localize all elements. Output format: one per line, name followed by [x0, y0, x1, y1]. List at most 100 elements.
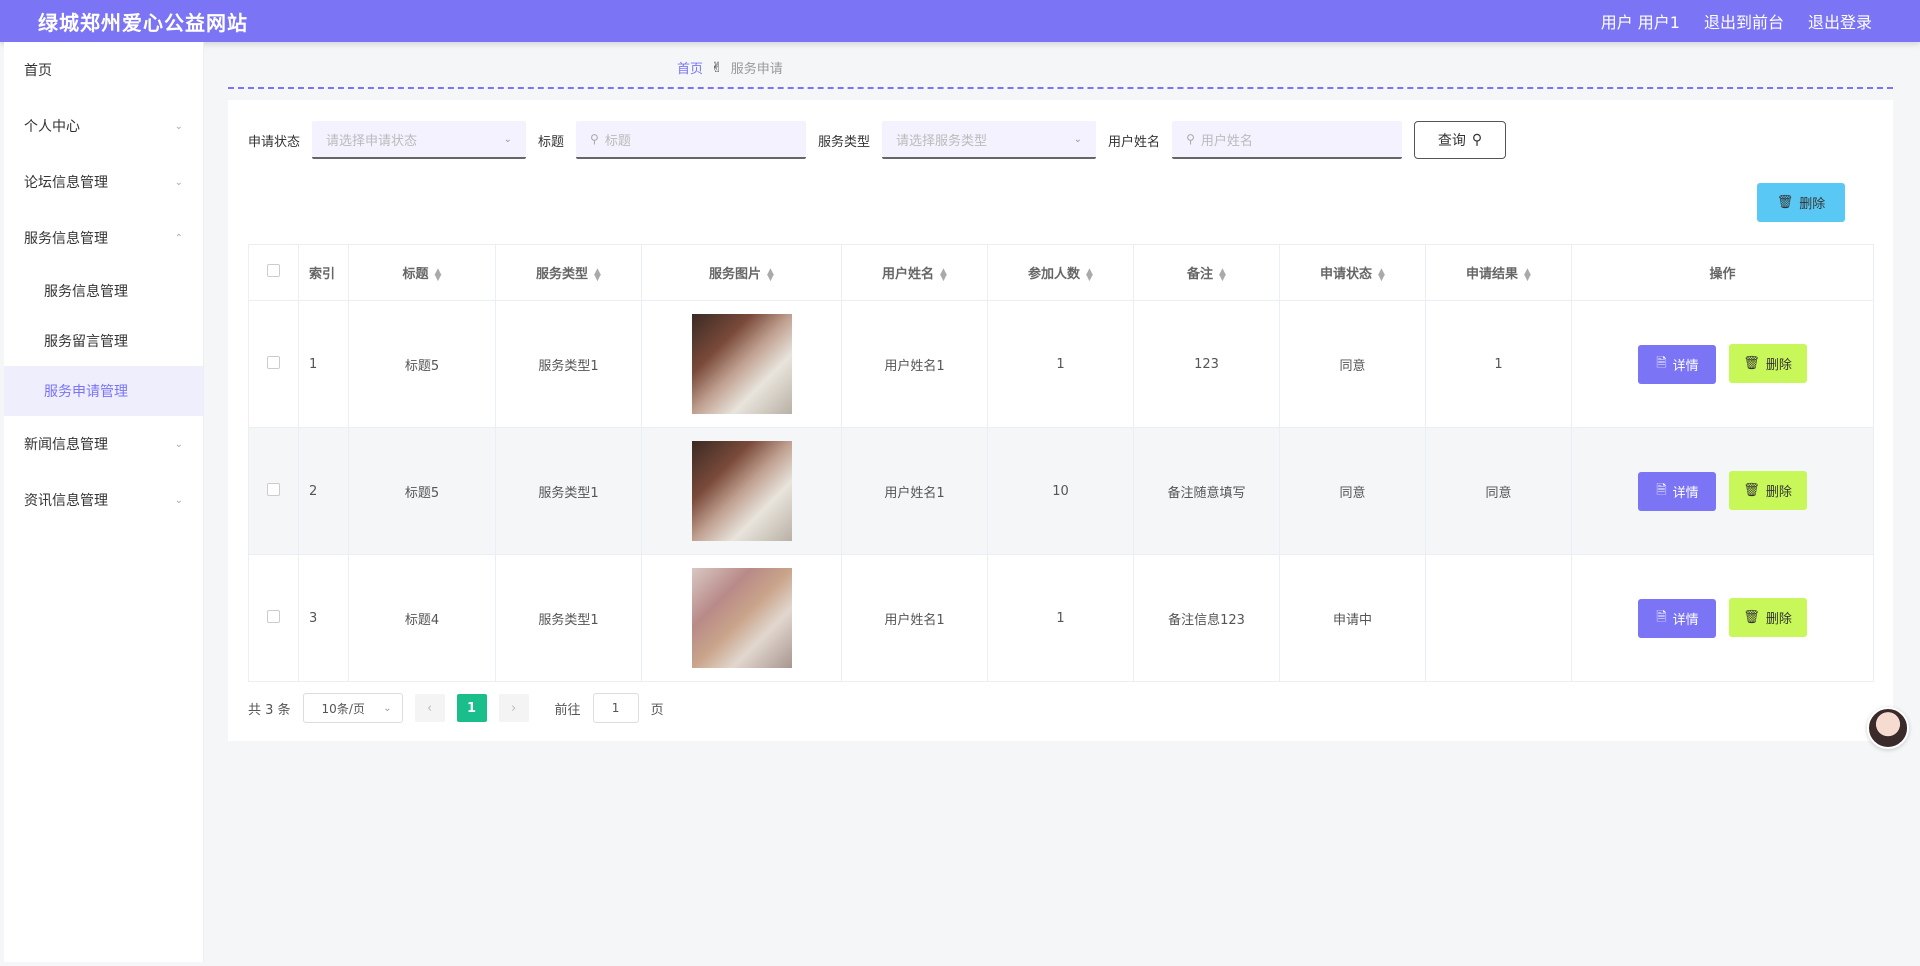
cell-count: 1	[987, 554, 1134, 682]
cell-type: 服务类型1	[495, 554, 642, 682]
service-image[interactable]	[691, 314, 792, 414]
search-icon: ⚲	[1471, 132, 1483, 148]
sidebar-item-label: 首页	[24, 63, 52, 79]
sort-icon: ▲ ▼	[940, 266, 947, 283]
sidebar-subitem-service-applications[interactable]: 服务申请管理	[4, 366, 203, 416]
site-title: 绿城郑州爱心公益网站	[38, 10, 248, 35]
status-select-placeholder: 请选择申请状态	[326, 133, 418, 149]
delete-button-label: 删除	[1765, 357, 1792, 373]
chevron-down-icon: ⌄	[174, 494, 183, 506]
detail-button-label: 详情	[1672, 359, 1699, 375]
goto-page-value: 1	[611, 701, 620, 715]
column-header-actions: 操作	[1571, 244, 1874, 301]
cell-username: 用户姓名1	[841, 554, 988, 682]
document-icon: 🗎	[1656, 482, 1667, 498]
search-icon: ⚲	[1186, 132, 1195, 146]
sidebar-item-service-management[interactable]: 服务信息管理 ⌃	[4, 210, 203, 266]
page-size-select[interactable]: 10条/页 ⌄	[302, 693, 403, 723]
detail-button[interactable]: 🗎 详情	[1638, 345, 1717, 385]
back-to-front-link[interactable]: 退出到前台	[1704, 9, 1784, 33]
row-select-cell	[248, 554, 299, 682]
assistant-avatar[interactable]	[1867, 707, 1909, 749]
column-header-username[interactable]: 用户姓名 ▲ ▼	[841, 244, 988, 301]
sidebar-subitem-service-messages[interactable]: 服务留言管理	[4, 316, 203, 366]
chevron-down-icon: ⌄	[503, 133, 513, 145]
sidebar-item-information-management[interactable]: 资讯信息管理 ⌄	[4, 472, 203, 528]
query-button[interactable]: 查询 ⚲	[1414, 121, 1507, 159]
page-number-current[interactable]: 1	[456, 694, 487, 722]
cell-actions: 🗎 详情 🗑 删除	[1571, 427, 1874, 555]
breadcrumb-home[interactable]: 首页	[677, 58, 703, 77]
column-header-count[interactable]: 参加人数 ▲ ▼	[987, 244, 1134, 301]
row-checkbox[interactable]	[267, 355, 280, 369]
sidebar-item-label: 服务信息管理	[24, 231, 108, 247]
chevron-down-icon: ⌄	[174, 120, 183, 132]
next-page-button[interactable]: ›	[498, 694, 529, 722]
column-header-status[interactable]: 申请状态 ▲ ▼	[1279, 244, 1426, 301]
cell-note: 备注随意填写	[1133, 427, 1280, 555]
sort-icon: ▲ ▼	[1219, 266, 1226, 283]
user-label: 用户 用户1	[1600, 13, 1680, 32]
column-header-title[interactable]: 标题 ▲ ▼	[348, 244, 496, 301]
column-header-image[interactable]: 服务图片 ▲ ▼	[641, 244, 842, 301]
cell-title: 标题5	[348, 300, 496, 428]
logout-link[interactable]: 退出登录	[1808, 9, 1872, 33]
breadcrumb: 首页 ✌ 服务申请	[677, 58, 783, 78]
select-all-checkbox[interactable]	[267, 264, 280, 277]
sidebar-item-label: 新闻信息管理	[24, 437, 108, 453]
document-icon: 🗎	[1656, 609, 1667, 625]
service-image[interactable]	[691, 441, 792, 541]
row-checkbox[interactable]	[267, 482, 280, 496]
column-header-label: 备注	[1187, 267, 1214, 282]
type-filter-label: 服务类型	[818, 134, 871, 150]
detail-button[interactable]: 🗎 详情	[1638, 472, 1717, 512]
row-checkbox[interactable]	[267, 609, 280, 623]
cell-username: 用户姓名1	[841, 427, 988, 555]
prev-page-button[interactable]: ‹	[414, 694, 445, 722]
column-header-type[interactable]: 服务类型 ▲ ▼	[495, 244, 642, 301]
table-row: 1 标题5 服务类型1 用户姓名1 1 123 同意 1 🗎 详情 🗑 删除	[248, 300, 1874, 428]
goto-page-input[interactable]: 1	[592, 693, 639, 723]
username-input-placeholder: 用户姓名	[1200, 133, 1253, 149]
service-image[interactable]	[691, 568, 792, 668]
status-filter-label: 申请状态	[248, 134, 301, 150]
table-row: 2 标题5 服务类型1 用户姓名1 10 备注随意填写 同意 同意 🗎 详情 🗑 删…	[248, 427, 1874, 555]
cell-image	[641, 427, 842, 555]
cell-status: 同意	[1279, 300, 1426, 428]
sidebar-item-home[interactable]: 首页	[4, 42, 203, 98]
table-header-row: 索引 标题 ▲ ▼ 服务类型 ▲ ▼ 服务图片 ▲ ▼ 用户姓名 ▲ ▼ 参加人数 ▲ ▼ 备注 ▲ ▼…	[248, 244, 1874, 301]
username-input[interactable]: ⚲ 用户姓名	[1172, 121, 1403, 159]
top-right-menu: 用户 用户1 退出到前台 退出登录	[1601, 9, 1872, 33]
sidebar-item-news-management[interactable]: 新闻信息管理 ⌄	[4, 416, 203, 472]
sidebar-item-personal-center[interactable]: 个人中心 ⌄	[4, 98, 203, 154]
column-header-result[interactable]: 申请结果 ▲ ▼	[1425, 244, 1572, 301]
sidebar-subitem-service-info[interactable]: 服务信息管理	[4, 266, 203, 316]
batch-delete-button[interactable]: 🗑 删除	[1757, 183, 1845, 222]
cell-username: 用户姓名1	[841, 300, 988, 428]
pagination: 共 3 条 10条/页 ⌄ ‹ 1 › 前往 1 页	[248, 693, 664, 723]
sidebar-item-forum-management[interactable]: 论坛信息管理 ⌄	[4, 154, 203, 210]
cell-count: 1	[987, 300, 1134, 428]
status-select[interactable]: 请选择申请状态 ⌄	[312, 121, 527, 159]
cell-actions: 🗎 详情 🗑 删除	[1571, 554, 1874, 682]
detail-button[interactable]: 🗎 详情	[1638, 599, 1717, 639]
title-input-placeholder: 标题	[604, 133, 631, 149]
delete-button-label: 删除	[1765, 484, 1792, 500]
sidebar-item-label: 资讯信息管理	[24, 493, 108, 509]
sidebar: 首页 个人中心 ⌄ 论坛信息管理 ⌄ 服务信息管理 ⌃ 服务信息管理 服务留言管…	[4, 42, 204, 962]
type-select[interactable]: 请选择服务类型 ⌄	[882, 121, 1097, 159]
chevron-down-icon: ⌄	[174, 438, 183, 450]
page-suffix: 页	[650, 702, 664, 718]
title-input[interactable]: ⚲ 标题	[576, 121, 807, 159]
delete-button[interactable]: 🗑 删除	[1728, 597, 1807, 637]
delete-button[interactable]: 🗑 删除	[1728, 343, 1807, 383]
column-header-note[interactable]: 备注 ▲ ▼	[1133, 244, 1280, 301]
cell-index: 1	[298, 300, 349, 428]
breadcrumb-current: 服务申请	[730, 62, 783, 77]
sidebar-subitem-label: 服务留言管理	[44, 334, 128, 350]
username-filter-label: 用户姓名	[1108, 134, 1161, 150]
pagination-total: 共 3 条	[248, 702, 291, 718]
delete-button[interactable]: 🗑 删除	[1728, 470, 1807, 510]
delete-button-label: 删除	[1765, 611, 1792, 627]
table-row: 3 标题4 服务类型1 用户姓名1 1 备注信息123 申请中 🗎 详情 🗑 删除	[248, 554, 1874, 682]
